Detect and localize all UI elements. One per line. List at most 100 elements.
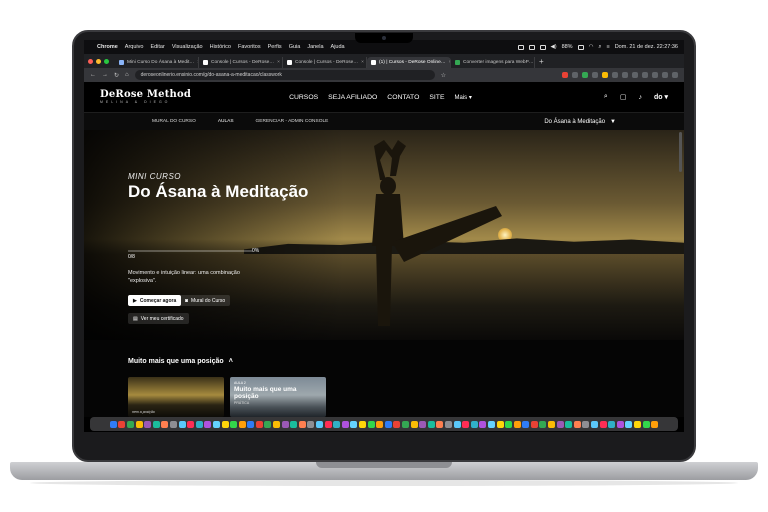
- dock-app-icon[interactable]: [625, 420, 633, 428]
- dock-app-icon[interactable]: [290, 420, 298, 428]
- dock-app-icon[interactable]: [135, 420, 143, 428]
- menu-arquivo[interactable]: Arquivo: [125, 44, 144, 50]
- dock-app-icon[interactable]: [126, 420, 134, 428]
- volume-icon[interactable]: ◀): [551, 44, 557, 50]
- extension-icon[interactable]: [632, 72, 638, 78]
- extension-icon[interactable]: [612, 72, 618, 78]
- dock-app-icon[interactable]: [195, 420, 203, 428]
- download-icon[interactable]: [652, 72, 658, 78]
- dock-app-icon[interactable]: [565, 420, 573, 428]
- menu-janela[interactable]: Janela: [307, 44, 323, 50]
- section-header[interactable]: Muito mais que uma posição ˄: [128, 358, 233, 365]
- bell-icon[interactable]: ♪: [638, 94, 642, 101]
- back-icon[interactable]: ←: [90, 72, 96, 78]
- dock-app-icon[interactable]: [530, 420, 538, 428]
- bag-icon[interactable]: ▢: [620, 93, 627, 101]
- browser-tab[interactable]: Converter imagens para WebP… ×: [451, 57, 535, 68]
- dock-app-icon[interactable]: [479, 420, 487, 428]
- dock-app-icon[interactable]: [118, 420, 126, 428]
- minimize-window-button[interactable]: [96, 58, 101, 64]
- start-now-button[interactable]: ▶ Começar agora: [128, 295, 182, 306]
- tab-close-icon[interactable]: ×: [277, 60, 280, 65]
- menu-clock[interactable]: Dom. 21 de dez. 22:27:36: [615, 44, 678, 50]
- dock-app-icon[interactable]: [307, 420, 315, 428]
- extension-icon[interactable]: [592, 72, 598, 78]
- dock-app-icon[interactable]: [393, 420, 401, 428]
- status-app-icon[interactable]: [528, 44, 535, 50]
- dock-app-icon[interactable]: [599, 420, 607, 428]
- dock-app-icon[interactable]: [444, 420, 452, 428]
- view-certificate-button[interactable]: ▤ Ver meu certificado: [128, 313, 189, 324]
- extension-icon[interactable]: [602, 72, 608, 78]
- dock-app-icon[interactable]: [144, 420, 152, 428]
- nav-more-dropdown[interactable]: Mais ▾: [455, 94, 472, 101]
- nav-contato[interactable]: CONTATO: [387, 94, 419, 101]
- dock-app-icon[interactable]: [212, 420, 220, 428]
- dock-app-icon[interactable]: [436, 420, 444, 428]
- lesson-card[interactable]: AULA 2 Muito mais que uma posição PRÁTIC…: [230, 377, 326, 417]
- battery-icon[interactable]: [577, 44, 584, 50]
- reload-icon[interactable]: ↻: [114, 72, 119, 79]
- extension-icon[interactable]: [562, 72, 568, 78]
- dock-app-icon[interactable]: [419, 420, 427, 428]
- menu-kebab-icon[interactable]: [672, 72, 678, 78]
- dock-app-icon[interactable]: [487, 420, 495, 428]
- dock-app-icon[interactable]: [161, 420, 169, 428]
- dock-app-icon[interactable]: [376, 420, 384, 428]
- zoom-window-button[interactable]: [104, 58, 109, 64]
- dock-app-icon[interactable]: [573, 420, 581, 428]
- browser-tab-active[interactable]: (1) | Cursos - DeRose Online… ×: [367, 57, 451, 68]
- control-center-icon[interactable]: ≡: [606, 44, 609, 50]
- dock-app-icon[interactable]: [470, 420, 478, 428]
- dock-app-icon[interactable]: [642, 420, 650, 428]
- extension-icon[interactable]: [572, 72, 578, 78]
- dock-app-icon[interactable]: [298, 420, 306, 428]
- dock-app-icon[interactable]: [651, 420, 659, 428]
- dock-app-icon[interactable]: [634, 420, 642, 428]
- dock-app-icon[interactable]: [427, 420, 435, 428]
- dock-app-icon[interactable]: [230, 420, 238, 428]
- dock-app-icon[interactable]: [505, 420, 513, 428]
- dock-app-icon[interactable]: [255, 420, 263, 428]
- dock-app-icon[interactable]: [204, 420, 212, 428]
- dock-app-icon[interactable]: [273, 420, 281, 428]
- menu-editar[interactable]: Editar: [150, 44, 164, 50]
- course-mural-button[interactable]: ◙ Mural do Curso: [180, 295, 231, 306]
- dock-app-icon[interactable]: [591, 420, 599, 428]
- nav-seja-afiliado[interactable]: SEJA AFILIADO: [328, 94, 377, 101]
- dock-app-icon[interactable]: [152, 420, 160, 428]
- dock-app-icon[interactable]: [187, 420, 195, 428]
- extension-icon[interactable]: [642, 72, 648, 78]
- dock-app-icon[interactable]: [333, 420, 341, 428]
- dock-app-icon[interactable]: [513, 420, 521, 428]
- dock-app-icon[interactable]: [548, 420, 556, 428]
- dock-app-icon[interactable]: [401, 420, 409, 428]
- extension-icon[interactable]: [582, 72, 588, 78]
- browser-tab[interactable]: Mini Curso Do Ásana à Medit… ×: [115, 57, 199, 68]
- lesson-card[interactable]: nem a posição: [128, 377, 224, 417]
- dock-app-icon[interactable]: [384, 420, 392, 428]
- dock-app-icon[interactable]: [616, 420, 624, 428]
- new-tab-button[interactable]: +: [539, 57, 544, 66]
- menu-chrome[interactable]: Chrome: [97, 44, 118, 50]
- dock-app-icon[interactable]: [264, 420, 272, 428]
- search-icon[interactable]: ⌕: [598, 44, 601, 51]
- dock-app-icon[interactable]: [582, 420, 590, 428]
- bookmark-star-icon[interactable]: ☆: [441, 72, 446, 79]
- nav-site[interactable]: SITE: [429, 94, 444, 101]
- profile-avatar[interactable]: [662, 72, 668, 78]
- forward-icon[interactable]: →: [102, 72, 108, 78]
- dock-app-icon[interactable]: [496, 420, 504, 428]
- wifi-icon[interactable]: ◠: [589, 44, 594, 50]
- site-logo[interactable]: DeRose Method MELINA & DIEGO: [100, 89, 191, 105]
- page-scrollbar[interactable]: [679, 132, 682, 172]
- nav-cursos[interactable]: CURSOS: [289, 94, 318, 101]
- home-icon[interactable]: ⌂: [125, 72, 129, 78]
- menu-ajuda[interactable]: Ajuda: [331, 44, 345, 50]
- dock-app-icon[interactable]: [324, 420, 332, 428]
- dock-app-icon[interactable]: [169, 420, 177, 428]
- browser-tab[interactable]: Console | Cursos - DeRose… ×: [283, 57, 367, 68]
- dock-app-icon[interactable]: [316, 420, 324, 428]
- dock-app-icon[interactable]: [539, 420, 547, 428]
- menu-guia[interactable]: Guia: [289, 44, 301, 50]
